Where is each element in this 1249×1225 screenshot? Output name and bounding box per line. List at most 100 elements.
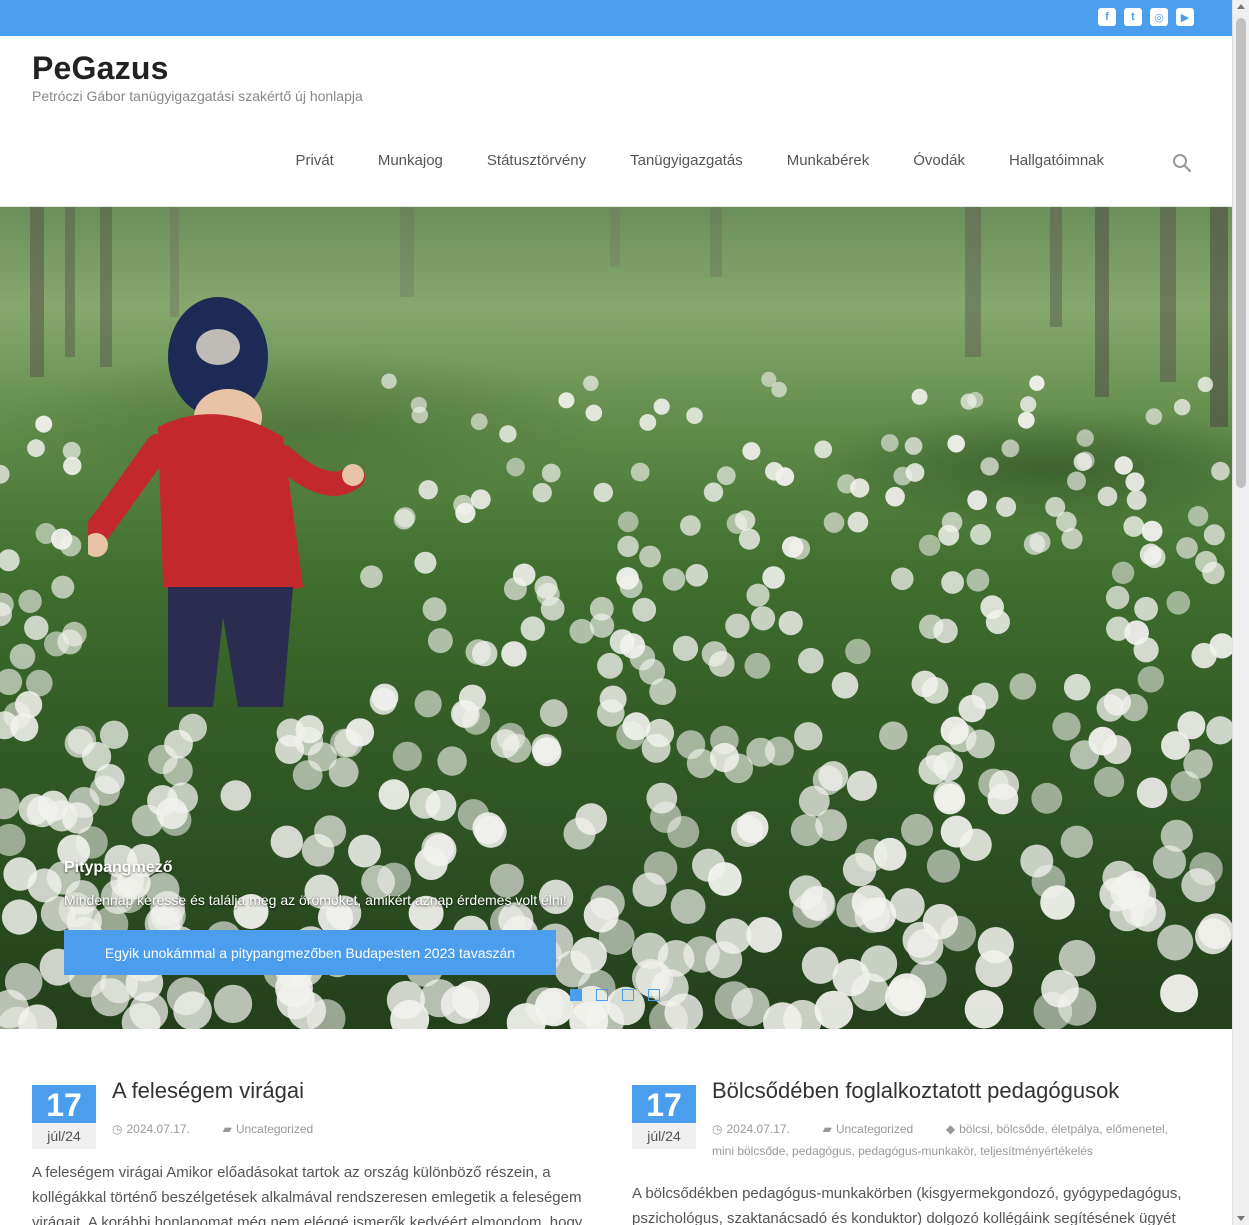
dandelion-puff [1136, 777, 1168, 809]
scroll-down-arrow[interactable] [1237, 1216, 1245, 1221]
dandelion-puff [422, 597, 447, 622]
post-tag[interactable]: bölcsőde [996, 1122, 1044, 1136]
dandelion-puff [639, 545, 661, 568]
dandelion-puff [686, 407, 703, 424]
slider-dot-1[interactable] [570, 989, 582, 1001]
dandelion-puff [639, 414, 657, 431]
dandelion-puff [978, 768, 1009, 799]
dandelion-puff [933, 751, 963, 782]
nav-item-privat[interactable]: Privát [274, 152, 356, 169]
dandelion-puff [1183, 749, 1213, 779]
post-day: 17 [32, 1085, 96, 1123]
post-date[interactable]: 2024.07.17. [726, 1122, 789, 1136]
slider-dot-2[interactable] [596, 989, 608, 1001]
dandelion-puff [1143, 546, 1166, 569]
dandelion-puff [850, 478, 870, 498]
post-tag[interactable]: pedagógus-munkakör [858, 1144, 973, 1158]
post-tag[interactable]: életpálya [1051, 1122, 1099, 1136]
dandelion-puff [213, 984, 253, 1024]
nav-item-ovodak[interactable]: Óvodák [891, 152, 987, 169]
slider-dot-4[interactable] [648, 989, 660, 1001]
dandelion-puff [425, 789, 457, 821]
dandelion-puff [778, 611, 803, 636]
dandelion-puff [746, 917, 783, 953]
dandelion-puff [964, 989, 1004, 1029]
scroll-thumb[interactable] [1236, 18, 1246, 488]
slide-caption: Pitypangmező Mindennap keresse és találj… [64, 859, 567, 975]
dandelion-puff [1076, 451, 1095, 470]
youtube-icon[interactable]: ▶ [1176, 8, 1194, 26]
dandelion-puff [1097, 486, 1118, 507]
dandelion-puff [975, 950, 1013, 988]
dandelion-puff [1157, 924, 1194, 961]
dandelion-puff [1125, 472, 1145, 492]
post-tag[interactable]: mini bölcsőde [712, 1144, 785, 1158]
dandelion-puff [1126, 490, 1147, 510]
dandelion-puff [1161, 731, 1190, 760]
dandelion-puff [1020, 396, 1037, 413]
dandelion-puff [643, 851, 678, 885]
nav-item-hallgatoimnak[interactable]: Hallgatóimnak [987, 152, 1126, 169]
dandelion-puff [801, 886, 836, 922]
post-tag[interactable]: teljesítményértékelés [980, 1144, 1093, 1158]
dandelion-puff [503, 577, 527, 601]
dandelion-puff [1069, 740, 1100, 770]
post-tag[interactable]: előmenetel [1106, 1122, 1165, 1136]
scroll-up-arrow[interactable] [1237, 4, 1245, 9]
dandelion-puff [947, 434, 965, 453]
dandelion-puff [646, 782, 678, 814]
hero-slider: Pitypangmező Mindennap keresse és találj… [0, 207, 1232, 1029]
instagram-icon[interactable]: ◎ [1150, 8, 1168, 26]
dandelion-puff [891, 567, 914, 591]
dandelion-puff [414, 551, 437, 574]
dandelion-puff [1152, 845, 1187, 879]
post-tag[interactable]: bölcsi [959, 1122, 990, 1136]
post-month: júl/24 [632, 1123, 696, 1149]
post-date[interactable]: 2024.07.17. [126, 1122, 189, 1136]
dandelion-puff [569, 618, 595, 644]
dandelion-puff [0, 668, 23, 696]
slider-dot-3[interactable] [622, 989, 634, 1001]
dandelion-puff [1067, 471, 1086, 491]
dandelion-puff [714, 981, 753, 1020]
site-title[interactable]: PeGazus [32, 50, 169, 87]
post-title[interactable]: Bölcsődében foglalkoztatott pedagógusok [712, 1078, 1119, 1104]
post-title[interactable]: A feleségem virágai [112, 1078, 304, 1104]
dandelion-puff [980, 457, 999, 476]
dandelion-puff [1009, 673, 1037, 700]
dandelion-puff [9, 643, 36, 670]
page-scrollbar[interactable] [1232, 0, 1249, 1225]
post-excerpt: A feleségem virágai Amikor előadásokat t… [32, 1164, 583, 1225]
slide-cta-button[interactable]: Egyik unokámmal a pitypangmezőben Budape… [64, 930, 556, 975]
dandelion-puff [583, 897, 619, 933]
nav-item-munkajog[interactable]: Munkajog [356, 152, 465, 169]
tag-separator: , [1099, 1122, 1106, 1136]
dandelion-puff [287, 991, 327, 1029]
search-icon[interactable] [1172, 153, 1192, 173]
clock-icon: ◷ [112, 1122, 123, 1136]
nav-item-statusztorveny[interactable]: Státusztörvény [465, 152, 608, 169]
post-tag[interactable]: pedagógus [792, 1144, 851, 1158]
dandelion-puff [1197, 376, 1214, 393]
dandelion-puff [0, 549, 20, 572]
dandelion-puff [919, 614, 944, 639]
dandelion-puff [762, 566, 785, 589]
dandelion-puff [710, 725, 739, 755]
dandelion-puff [692, 848, 726, 882]
post-category[interactable]: Uncategorized [836, 1122, 913, 1136]
dandelion-puff [418, 480, 438, 500]
nav-item-tanugyigazgatas[interactable]: Tanügyigazgatás [608, 152, 765, 169]
dandelion-puff [1029, 375, 1045, 391]
dandelion-puff [531, 734, 561, 763]
facebook-icon[interactable]: f [1098, 8, 1116, 26]
dandelion-puff [35, 415, 53, 433]
dandelion-puff [0, 788, 20, 820]
dandelion-puff [1114, 456, 1133, 475]
post-category[interactable]: Uncategorized [236, 1122, 313, 1136]
twitter-icon[interactable]: t [1124, 8, 1142, 26]
dandelion-puff [639, 658, 666, 685]
nav-item-munkaberek[interactable]: Munkabérek [765, 152, 892, 169]
dandelion-puff [765, 462, 784, 481]
dandelion-puff [585, 404, 603, 422]
dandelion-puff [1060, 825, 1094, 858]
